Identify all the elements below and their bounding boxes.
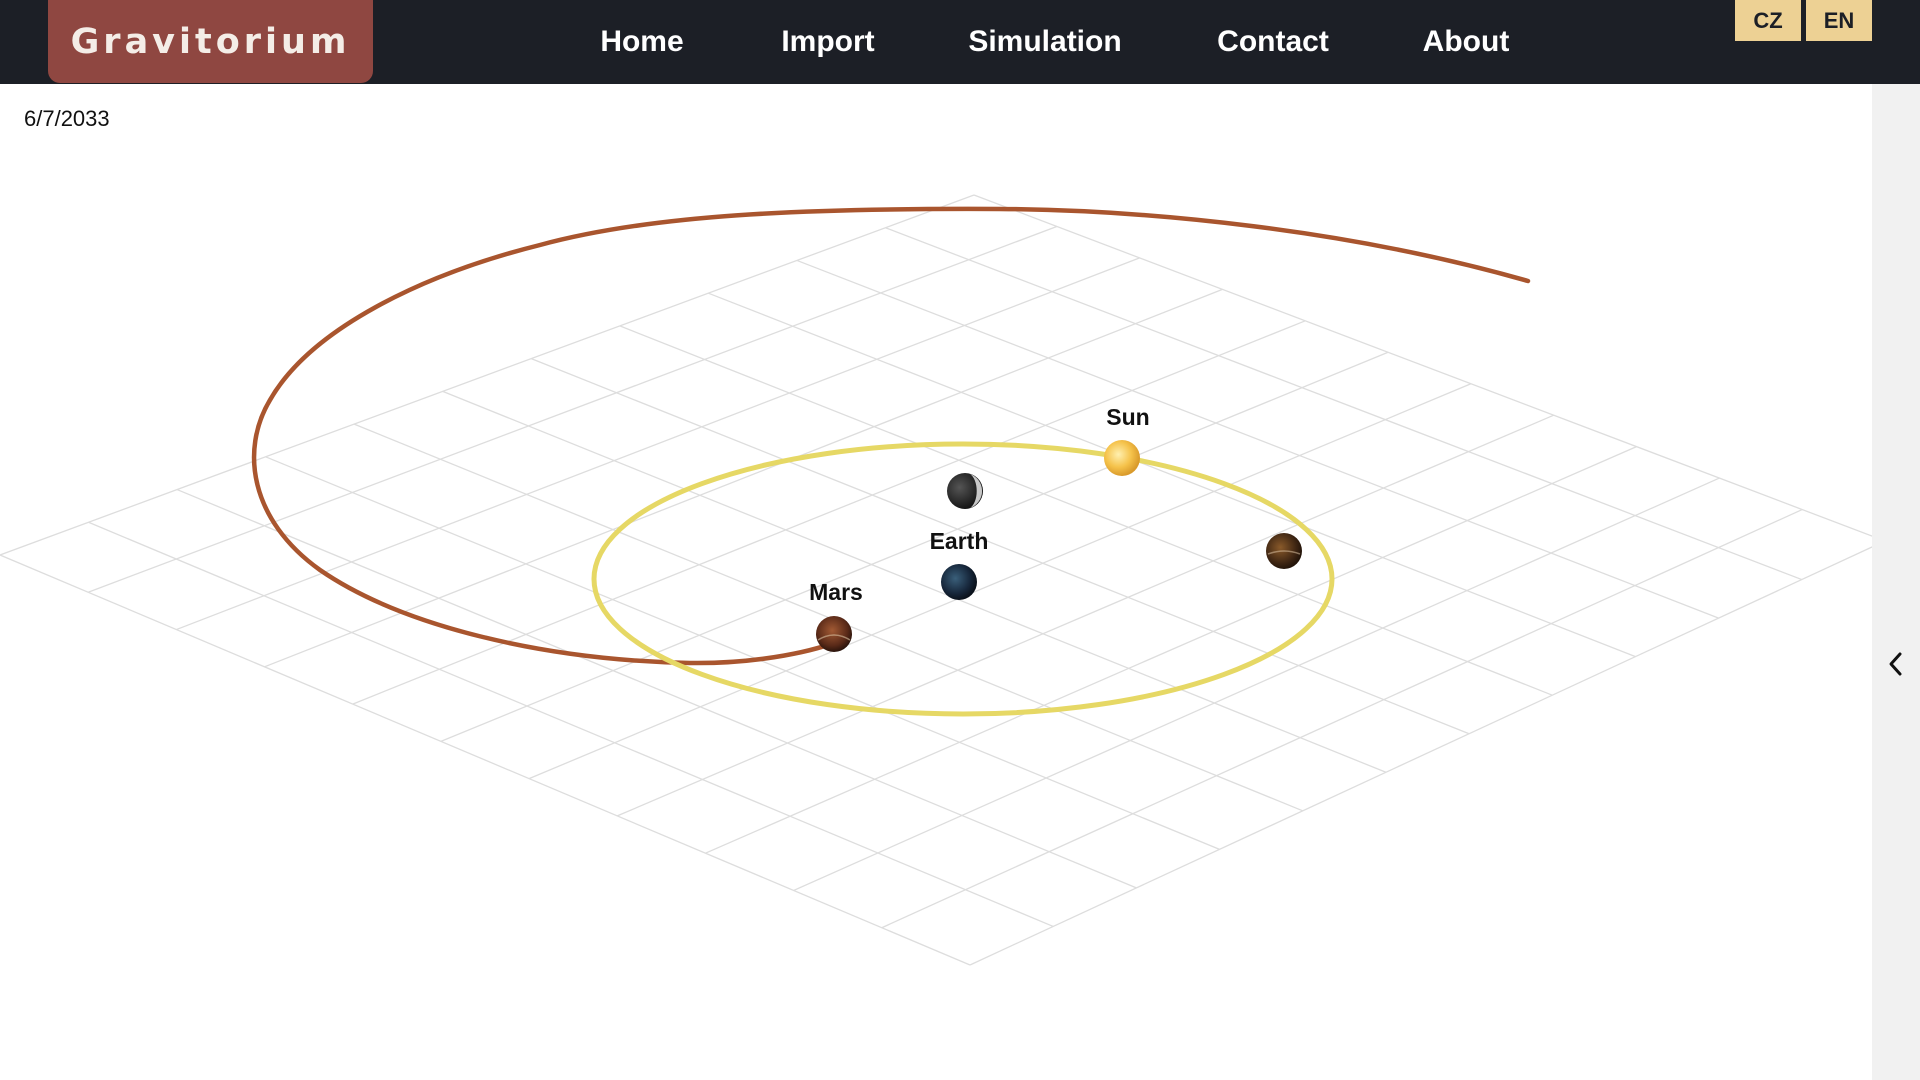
grid-line: [176, 488, 1137, 889]
grid-line: [619, 325, 1553, 696]
mars-body[interactable]: [816, 616, 852, 652]
simulation-canvas[interactable]: Sun Earth Mars: [0, 84, 1872, 1080]
grid-line: [617, 414, 1554, 817]
grid-line: [531, 358, 1470, 735]
language-cz-button[interactable]: CZ: [1735, 0, 1801, 41]
chevron-left-icon: [1889, 652, 1902, 676]
top-navbar: Gravitorium Home Import Simulation Conta…: [0, 0, 1920, 84]
earth-label: Earth: [930, 528, 989, 554]
mars-orbit-trail: [251, 206, 1531, 666]
nav-import-link[interactable]: Import: [770, 0, 886, 84]
nav-simulation-link[interactable]: Simulation: [960, 0, 1130, 84]
planet-body[interactable]: [1266, 533, 1302, 569]
side-panel-toggle[interactable]: [1872, 624, 1920, 704]
nav-home-link[interactable]: Home: [582, 0, 702, 84]
side-panel: [1872, 84, 1920, 1080]
logo-button[interactable]: Gravitorium: [48, 0, 373, 83]
moon-body[interactable]: [947, 473, 983, 509]
logo-text: Gravitorium: [70, 21, 351, 62]
grid-line: [87, 225, 1058, 593]
grid-line: [796, 259, 1719, 619]
nav-about-link[interactable]: About: [1416, 0, 1516, 84]
grid-line: [264, 288, 1223, 668]
grid-line: [969, 546, 1872, 966]
grid-line: [0, 194, 975, 556]
grid-line: [973, 194, 1872, 537]
mars-label: Mars: [809, 579, 863, 605]
language-en-button[interactable]: EN: [1806, 0, 1872, 41]
sun-label: Sun: [1106, 404, 1149, 430]
grid-line: [265, 456, 1220, 850]
grid-line: [705, 446, 1637, 854]
nav-contact-link[interactable]: Contact: [1210, 0, 1336, 84]
grid-line: [885, 227, 1803, 581]
reference-grid: [0, 194, 1872, 966]
earth-body[interactable]: [941, 564, 977, 600]
sun-body[interactable]: [1104, 440, 1140, 476]
